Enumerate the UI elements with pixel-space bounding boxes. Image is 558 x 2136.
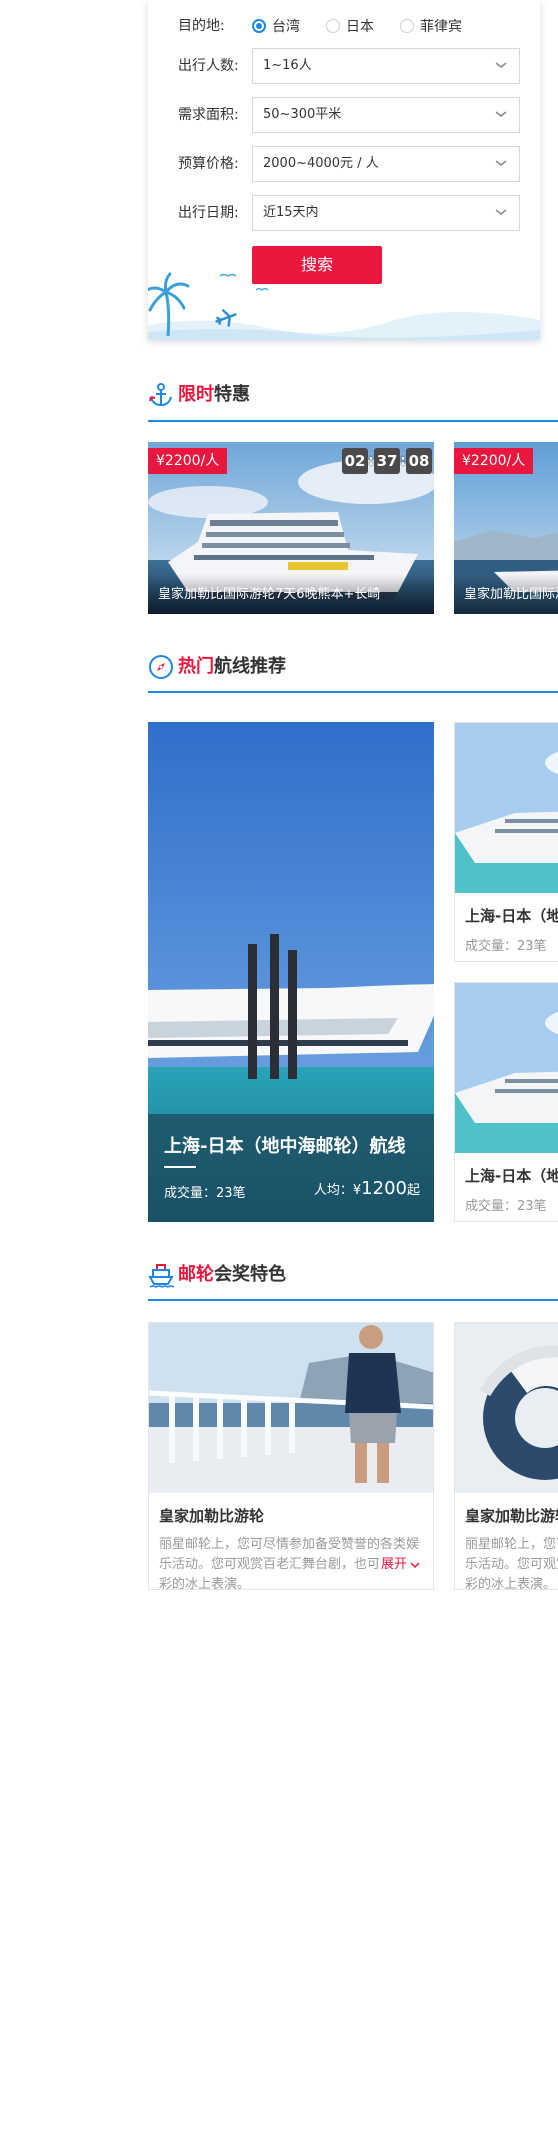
date-label: 出行日期:: [178, 205, 239, 221]
timer-hours: 02: [342, 448, 368, 474]
seagull-icon: [255, 287, 269, 292]
deal-caption: 皇家加勒比国际游轮7天6晚熊本+长崎: [464, 587, 558, 602]
chevron-down-icon: [495, 111, 507, 117]
route-card[interactable]: 上海-日本（地中海邮轮）航线 成交量：23笔: [454, 982, 558, 1222]
feature-title: 皇家加勒比游轮: [159, 1507, 265, 1525]
radio-label: 菲律宾: [420, 19, 462, 35]
hot-routes-header: 热门航线推荐: [148, 652, 558, 682]
radio-japan[interactable]: 日本: [326, 16, 374, 36]
date-row: 出行日期: 近15天内: [148, 195, 540, 231]
timer-minutes: 37: [374, 448, 400, 474]
chevron-down-icon: [495, 160, 507, 166]
radio-label: 台湾: [272, 19, 300, 35]
route-count: 成交量：23笔: [465, 939, 547, 954]
area-select[interactable]: 50~300平米: [252, 97, 520, 133]
radio-unchecked-icon: [400, 19, 414, 33]
anchor-icon: [149, 383, 172, 407]
route-title: 上海-日本（地中海邮轮）航线: [465, 907, 558, 925]
route-count: 成交量：23笔: [465, 1199, 547, 1214]
radio-taiwan[interactable]: 台湾: [252, 16, 300, 36]
search-form-card: 目的地: 台湾 日本 菲律宾 出行人数: 1~16人 需求面积: 50~300平…: [148, 0, 540, 340]
feature-card[interactable]: 皇家加勒比游轮 丽星邮轮上，您可尽情参加备受赞誉的各类娱乐活动。您可观赏百老汇舞…: [148, 1322, 434, 1590]
radio-checked-icon: [252, 19, 266, 33]
chevron-down-icon: [495, 209, 507, 215]
route-card[interactable]: 上海-日本（地中海邮轮）航线 成交量：23笔: [454, 722, 558, 962]
area-label: 需求面积:: [178, 107, 239, 123]
travelers-value: 1~16人: [263, 58, 312, 73]
cruise-ship-photo: [455, 723, 558, 893]
travelers-select[interactable]: 1~16人: [252, 48, 520, 84]
lifebuoy-photo: [455, 1323, 558, 1493]
deal-card[interactable]: ¥2200/人 02 : 37 : 08 皇家加勒比国际游轮7天6晚熊本+长崎: [148, 442, 434, 614]
title-underline: [164, 1166, 196, 1168]
featured-route-card[interactable]: 上海-日本（地中海邮轮）航线 成交量：23笔 人均：¥1200起: [148, 722, 434, 1222]
cruise-features-header: 邮轮会奖特色: [148, 1260, 558, 1290]
chevron-down-icon: [410, 1561, 420, 1568]
deck-runner-photo: [149, 1323, 433, 1493]
route-price: 人均：¥1200起: [313, 1178, 420, 1199]
compass-icon: [149, 655, 173, 679]
destination-radio-group: 台湾 日本 菲律宾: [252, 8, 488, 44]
budget-label: 预算价格:: [178, 156, 239, 172]
destination-row: 目的地: 台湾 日本 菲律宾: [148, 8, 540, 44]
area-value: 50~300平米: [263, 107, 342, 122]
seagull-icon: [219, 273, 237, 277]
travelers-row: 出行人数: 1~16人: [148, 48, 540, 84]
cruise-ship-photo: [455, 983, 558, 1153]
radio-label: 日本: [346, 19, 374, 35]
page: 目的地: 台湾 日本 菲律宾 出行人数: 1~16人 需求面积: 50~300平…: [0, 0, 558, 2136]
feature-description: 丽星邮轮上，您可尽情参加备受赞誉的各类娱乐活动。您可观赏百老汇舞台剧，也可观看精…: [465, 1537, 558, 1590]
timer-seconds: 08: [406, 448, 432, 474]
feature-card[interactable]: 皇家加勒比游轮 丽星邮轮上，您可尽情参加备受赞誉的各类娱乐活动。您可观赏百老汇舞…: [454, 1322, 558, 1590]
radio-unchecked-icon: [326, 19, 340, 33]
radio-philippines[interactable]: 菲律宾: [400, 16, 462, 36]
section-title: 限时特惠: [178, 384, 250, 405]
search-button[interactable]: 搜索: [252, 246, 382, 284]
area-row: 需求面积: 50~300平米: [148, 97, 540, 133]
route-title: 上海-日本（地中海邮轮）航线: [164, 1136, 406, 1157]
section-divider: [148, 691, 558, 693]
section-divider: [148, 1299, 558, 1301]
expand-link[interactable]: 展开: [379, 1555, 422, 1575]
feature-title: 皇家加勒比游轮: [465, 1507, 558, 1525]
deal-price-badge: ¥2200/人: [148, 448, 228, 474]
date-value: 近15天内: [263, 205, 319, 220]
deal-price-badge: ¥2200/人: [454, 448, 534, 474]
route-count: 成交量：23笔: [164, 1186, 246, 1201]
destination-label: 目的地:: [178, 18, 225, 34]
budget-value: 2000~4000元 / 人: [263, 156, 379, 171]
date-select[interactable]: 近15天内: [252, 195, 520, 231]
limited-offer-header: 限时特惠: [148, 380, 558, 410]
route-title: 上海-日本（地中海邮轮）航线: [465, 1167, 558, 1185]
chevron-down-icon: [495, 62, 507, 68]
deal-caption: 皇家加勒比国际游轮7天6晚熊本+长崎: [158, 587, 381, 602]
featured-route-info: 上海-日本（地中海邮轮）航线 成交量：23笔 人均：¥1200起: [148, 1114, 434, 1222]
section-divider: [148, 420, 558, 422]
countdown-timer: 02 : 37 : 08: [342, 448, 432, 474]
ship-icon: [148, 1264, 174, 1288]
travelers-label: 出行人数:: [178, 58, 239, 74]
budget-row: 预算价格: 2000~4000元 / 人: [148, 146, 540, 182]
deal-card[interactable]: ¥2200/人 皇家加勒比国际游轮7天6晚熊本+长崎: [454, 442, 558, 614]
section-title: 热门航线推荐: [178, 656, 286, 677]
budget-select[interactable]: 2000~4000元 / 人: [252, 146, 520, 182]
section-title: 邮轮会奖特色: [178, 1264, 286, 1285]
